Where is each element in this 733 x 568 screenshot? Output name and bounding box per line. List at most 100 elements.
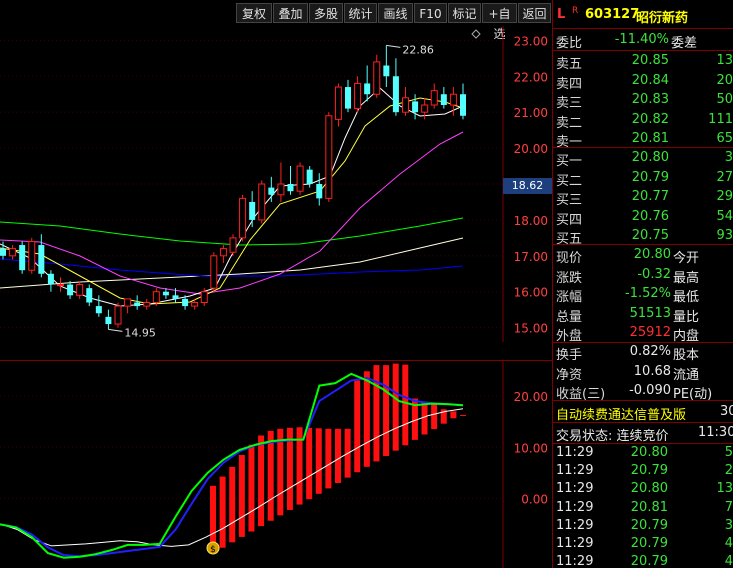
finance-row-2: 收益(三) -0.090 PE(动) — [553, 382, 733, 402]
candle-body — [258, 183, 266, 221]
candle — [114, 302, 122, 328]
weibi-value: -11.40% — [614, 32, 669, 47]
toolbar-button-4[interactable]: 画线 — [378, 3, 413, 23]
candle — [105, 309, 112, 330]
candle — [392, 58, 399, 116]
stat-label: 涨跌 — [556, 270, 583, 286]
tick-time: 11:29 — [556, 499, 594, 515]
candle — [258, 180, 266, 224]
candle — [57, 277, 64, 292]
tick-volume: 3 — [724, 517, 733, 533]
candle-body — [373, 61, 381, 95]
y-tick-label-2: 21.00 — [514, 106, 548, 120]
candle — [67, 280, 74, 299]
candlestick-chart[interactable]: 23.0022.0021.0020.0019.0018.0017.0016.00… — [0, 26, 552, 342]
toolbar-button-5[interactable]: F10 — [414, 3, 447, 23]
candle — [316, 173, 323, 206]
news-row[interactable]: 自动续费通达信普及版 30 — [553, 403, 733, 423]
y-tick-label-6: 17.00 — [514, 250, 548, 264]
candle-body — [277, 183, 285, 196]
panel-divider — [553, 422, 733, 423]
high-arrow — [386, 44, 401, 48]
candle — [76, 280, 84, 299]
ind-bar — [363, 371, 370, 467]
candle-body — [460, 94, 466, 116]
toolbar-button-2[interactable]: 多股 — [309, 3, 343, 23]
stat-label: 总量 — [556, 309, 583, 325]
indicator-chart[interactable]: 20.00 10.00 0.00 $ — [0, 360, 552, 568]
candle — [296, 162, 304, 195]
buy-volume: 93 — [716, 228, 733, 243]
stat-value: -1.52% — [625, 286, 671, 301]
news-extra: 30 — [720, 404, 733, 419]
finance-value: 0.82% — [629, 344, 671, 359]
tick-row: 11:29 20.80 5 — [553, 444, 733, 463]
candle — [134, 295, 141, 310]
sell-price: 20.82 — [631, 111, 669, 127]
candle — [210, 252, 218, 292]
stat-value: 20.80 — [633, 247, 671, 262]
toolbar-button-6[interactable]: 标记 — [448, 3, 481, 23]
ind-bar — [421, 402, 428, 435]
sell-row-3: 卖三 20.83 50 — [553, 91, 733, 111]
candle — [219, 245, 227, 263]
candle-body — [392, 76, 399, 113]
trade-status-row: 交易状态: 连续竞价 11:30 — [553, 424, 733, 444]
finance-label: 换手 — [556, 348, 583, 363]
toolbar-button-0[interactable]: 复权 — [236, 3, 272, 23]
toolbar-button-7[interactable]: +自选 — [482, 3, 517, 41]
tick-volume: 13 — [716, 481, 733, 497]
candle-body — [57, 284, 64, 287]
tick-volume: 4 — [724, 536, 733, 551]
tick-volume: 7 — [724, 499, 733, 515]
tick-row: 11:29 20.79 4 — [553, 553, 733, 568]
stat-label2: 最低 — [673, 290, 700, 305]
candle-body — [421, 104, 429, 113]
tick-row: 11:29 20.81 7 — [553, 499, 733, 518]
candle-body — [287, 184, 294, 192]
badge-r: R — [572, 6, 579, 16]
news-link: 自动续费通达信普及版 — [556, 408, 687, 423]
toolbar-button-8[interactable]: 返回 — [518, 3, 551, 23]
stat-value: 25912 — [629, 325, 671, 340]
ind-bar — [460, 414, 466, 416]
buy-volume: 54 — [716, 208, 733, 224]
candle-body — [430, 90, 438, 106]
candle — [162, 288, 169, 299]
buy-row-1: 买一 20.80 3 — [553, 149, 733, 169]
candle — [440, 87, 447, 109]
sell-volume: 50 — [716, 92, 733, 107]
candle-body — [383, 65, 390, 77]
finance-row-1: 净资 10.68 流通 — [553, 363, 733, 383]
stock-header: L R 603127 昭衍新药 — [553, 6, 733, 26]
candle-body — [182, 298, 189, 307]
tick-price: 20.79 — [630, 463, 668, 479]
buy-label: 买一 — [556, 154, 583, 169]
tick-row: 11:29 20.79 2 — [553, 462, 733, 481]
buy-volume: 27 — [716, 169, 733, 185]
finance-value: -0.090 — [629, 383, 671, 398]
sell-label: 卖三 — [556, 96, 583, 111]
tick-volume: 4 — [724, 554, 733, 568]
tick-time: 11:29 — [556, 554, 594, 568]
candle-body — [345, 87, 351, 109]
candle-body — [210, 255, 218, 289]
sell-price: 20.83 — [631, 92, 669, 107]
ma250-line — [0, 258, 464, 277]
panel-divider — [553, 147, 733, 148]
candle-body — [105, 316, 112, 325]
toolbar-button-1[interactable]: 叠加 — [273, 3, 308, 23]
ind-bar — [450, 411, 457, 419]
quote-panel: L R 603127 昭衍新药 委比 -11.40% 委差 卖五 20.85 13 卖四 20.84 2… — [553, 0, 733, 568]
y-tick-label-7: 16.00 — [514, 286, 548, 300]
stat-row-1: 涨跌 -0.32 最高 — [553, 266, 733, 286]
candle — [47, 270, 54, 292]
candle-body — [19, 245, 26, 271]
candle — [86, 284, 93, 307]
sell-label: 卖二 — [556, 115, 583, 131]
candle — [460, 83, 466, 120]
candle — [345, 79, 351, 113]
finance-label: 净资 — [556, 367, 583, 383]
candle-body — [0, 248, 6, 256]
toolbar-button-3[interactable]: 统计 — [344, 3, 377, 23]
